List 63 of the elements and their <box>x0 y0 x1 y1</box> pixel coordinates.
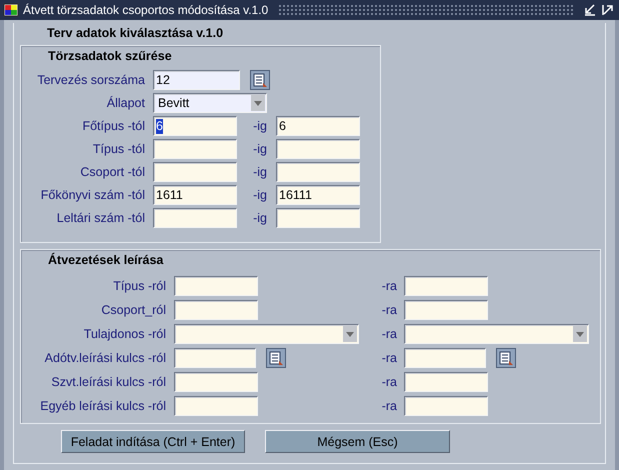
field-label: -ra <box>380 375 397 389</box>
dropdown-arrow-icon <box>254 100 262 106</box>
list-lookup-icon[interactable] <box>496 348 516 368</box>
input-field[interactable] <box>404 372 488 392</box>
field-label: Csoport -tól <box>79 165 145 179</box>
field-label: -ra <box>380 399 397 413</box>
field-label: -ra <box>380 279 397 293</box>
field-label: Főkönyvi szám -tól <box>40 188 145 202</box>
field-label: -ig <box>252 211 267 225</box>
dropdown-field[interactable] <box>174 324 359 344</box>
minimize-icon[interactable] <box>583 3 597 17</box>
field-label: -ra <box>380 351 397 365</box>
dropdown-field[interactable] <box>404 324 589 344</box>
input-field[interactable] <box>276 162 360 182</box>
field-label: Szvt.leírási kulcs -ról <box>50 375 166 389</box>
input-field[interactable] <box>174 276 258 296</box>
field-label: -ig <box>252 119 267 133</box>
maximize-icon[interactable] <box>601 3 615 17</box>
field-label: Tulajdonos -ról <box>82 327 166 341</box>
field-label: Egyéb leírási kulcs -ról <box>39 399 166 413</box>
input-field[interactable] <box>404 300 488 320</box>
input-field[interactable] <box>174 348 256 368</box>
start-task-button[interactable]: Feladat indítása (Ctrl + Enter) <box>61 430 245 453</box>
input-field[interactable]: 12 <box>153 70 240 90</box>
form-title: Terv adatok kiválasztása v.1.0 <box>46 25 224 42</box>
section-title: Átvezetések leírása <box>47 252 164 269</box>
input-field[interactable]: 6 <box>153 116 237 136</box>
input-field[interactable] <box>276 139 360 159</box>
field-label: Tervezés sorszáma <box>36 73 145 87</box>
field-label: -ig <box>252 188 267 202</box>
input-field[interactable]: 6 <box>276 116 360 136</box>
dropdown-arrow-icon <box>576 332 584 336</box>
input-field[interactable] <box>404 396 488 416</box>
field-label: Csoport_ról <box>100 303 166 317</box>
dropdown-field[interactable]: Bevitt <box>153 93 267 113</box>
section-title: Törzsadatok szűrése <box>47 48 173 65</box>
field-label: Leltári szám -tól <box>56 211 145 225</box>
input-field[interactable] <box>276 208 360 228</box>
input-field[interactable]: 16111 <box>276 185 360 205</box>
window-title: Átvett törzsadatok csoportos módosítása v.1.0 <box>23 3 268 17</box>
dropdown-arrow-icon <box>346 332 354 336</box>
input-field[interactable] <box>174 396 258 416</box>
app-icon <box>3 2 19 18</box>
field-label: Adótv.leírási kulcs -ról <box>44 351 166 365</box>
field-label: Állapot <box>106 96 145 110</box>
list-lookup-icon[interactable] <box>266 348 286 368</box>
input-field[interactable] <box>404 276 488 296</box>
field-label: Típus -tól <box>92 142 145 156</box>
input-field[interactable]: 1611 <box>153 185 237 205</box>
input-field[interactable] <box>153 162 237 182</box>
input-field[interactable] <box>174 300 258 320</box>
field-label: -ra <box>380 327 397 341</box>
field-label: Típus -ról <box>112 279 166 293</box>
list-lookup-icon[interactable] <box>250 70 270 90</box>
field-label: Főtípus -tól <box>81 119 145 133</box>
cancel-button[interactable]: Mégsem (Esc) <box>265 430 450 453</box>
field-label: -ig <box>252 142 267 156</box>
input-field[interactable] <box>404 348 486 368</box>
input-field[interactable] <box>153 139 237 159</box>
input-field[interactable] <box>174 372 258 392</box>
input-field[interactable] <box>153 208 237 228</box>
field-label: -ra <box>380 303 397 317</box>
field-label: -ig <box>252 165 267 179</box>
